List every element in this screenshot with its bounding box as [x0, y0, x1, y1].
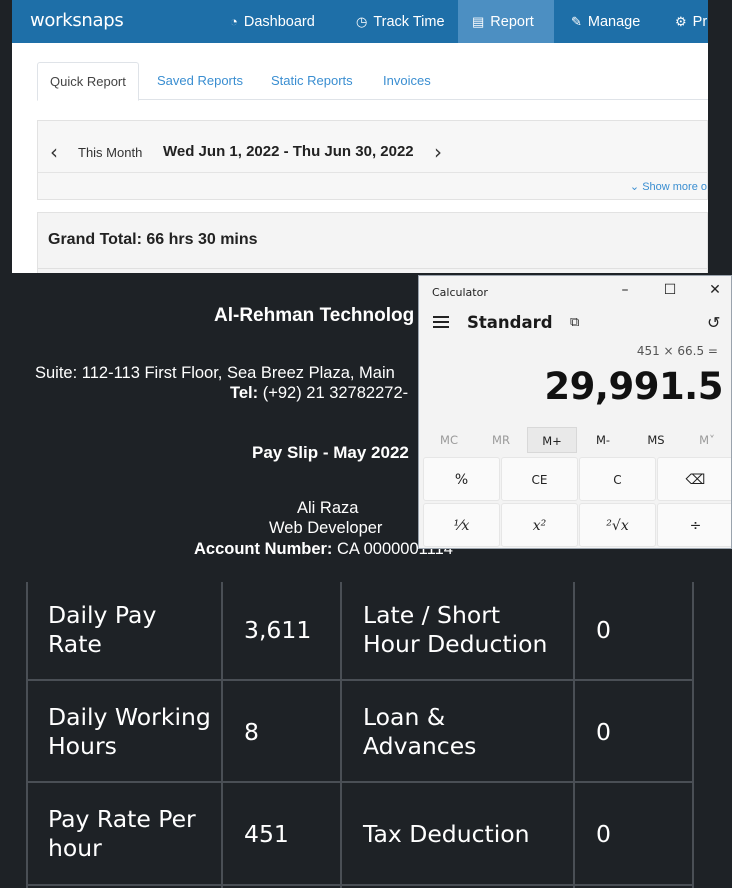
row3-label2: Tax Deduction — [363, 820, 530, 848]
company-telephone: Tel: (+92) 21 32782272- — [230, 384, 408, 403]
divide-button[interactable]: ÷ — [657, 503, 731, 547]
divider — [38, 268, 707, 269]
table-border — [26, 781, 694, 783]
tab-static-reports[interactable]: Static Reports — [259, 62, 365, 100]
calculator-expression: 451 × 66.5 = — [636, 344, 718, 358]
calculator-mode: Standard — [467, 313, 553, 332]
memory-recall-button[interactable]: MR — [476, 433, 526, 447]
employee-name: Ali Raza — [297, 499, 359, 517]
nav-track-time[interactable]: ◷ Track Time — [342, 0, 459, 43]
account-number: Account Number: CA 0000001114 — [194, 540, 453, 559]
row1-label2: Late / Short Hour Deduction — [363, 601, 548, 658]
memory-list-button[interactable]: M˅ — [682, 433, 731, 447]
nav-track-time-label: Track Time — [373, 14, 445, 30]
show-more-label: Show more o — [642, 181, 707, 193]
payslip-title: Pay Slip - May 2022 — [252, 443, 409, 462]
logo-work: work — [30, 10, 73, 31]
table-border — [692, 582, 694, 888]
nav-manage-label: Manage — [587, 14, 641, 30]
memory-subtract-button[interactable]: M- — [578, 433, 628, 447]
row2-value2: 0 — [596, 718, 611, 746]
nav-dashboard-label: Dashboard — [243, 14, 315, 30]
row1-value2: 0 — [596, 616, 611, 644]
nav-profile[interactable]: ⚙ Pr — [661, 0, 708, 43]
wrench-icon: ✎ — [571, 14, 582, 29]
tel-label: Tel: — [230, 384, 259, 402]
memory-add-button[interactable]: M+ — [527, 427, 577, 453]
logo-snaps: snaps — [72, 10, 124, 31]
clock-icon: ◷ — [356, 14, 368, 29]
row2-value1: 8 — [244, 718, 259, 746]
table-border — [573, 582, 575, 888]
tab-saved-reports[interactable]: Saved Reports — [145, 62, 255, 100]
grand-total-text: Grand Total: 66 hrs 30 mins — [48, 231, 258, 248]
row1-label1: Daily Pay Rate — [48, 601, 157, 658]
date-range-text: Wed Jun 1, 2022 - Thu Jun 30, 2022 — [163, 143, 414, 160]
calculator-title: Calculator — [432, 286, 488, 299]
percent-button[interactable]: % — [423, 457, 500, 501]
table-border — [340, 582, 342, 888]
employee-title: Web Developer — [269, 519, 383, 537]
backspace-button[interactable]: ⌫ — [657, 457, 731, 501]
date-range-panel: ‹ This Month Wed Jun 1, 2022 - Thu Jun 3… — [37, 120, 708, 200]
square-button[interactable]: x² — [501, 503, 578, 547]
nav-report[interactable]: ▤ Report — [458, 0, 554, 43]
menu-icon[interactable] — [433, 316, 449, 328]
report-tabs: Quick Report Saved Reports Static Report… — [37, 62, 708, 101]
worksnaps-logo[interactable]: worksnaps — [30, 10, 124, 31]
row3-value2: 0 — [596, 820, 611, 848]
dashboard-icon: ◔ — [230, 14, 238, 29]
row2-label2: Loan & Advances — [363, 703, 477, 760]
reciprocal-button[interactable]: ¹⁄x — [423, 503, 500, 547]
top-navbar: worksnaps ◔ Dashboard ◷ Track Time ▤ Report… — [12, 0, 708, 43]
nav-profile-label: Pr — [692, 14, 708, 30]
worksnaps-window: worksnaps ◔ Dashboard ◷ Track Time ▤ Report… — [12, 0, 708, 273]
period-label[interactable]: This Month — [78, 145, 142, 160]
history-icon[interactable]: ↺ — [707, 313, 720, 332]
grand-total-panel: Grand Total: 66 hrs 30 mins — [37, 212, 708, 273]
row1-value1: 3,611 — [244, 616, 312, 644]
gear-icon: ⚙ — [675, 14, 687, 29]
calculator-window: Calculator – ☐ ✕ Standard ⧉ ↺ 451 × 66.5… — [418, 275, 732, 549]
nav-report-label: Report — [490, 14, 534, 30]
account-label: Account Number: — [194, 540, 333, 558]
nav-manage[interactable]: ✎ Manage — [557, 0, 654, 43]
table-border — [26, 884, 694, 886]
keep-on-top-icon[interactable]: ⧉ — [570, 315, 579, 330]
close-icon[interactable]: ✕ — [705, 282, 725, 298]
date-range-row: ‹ This Month Wed Jun 1, 2022 - Thu Jun 3… — [38, 121, 707, 173]
square-root-button[interactable]: ²√x — [579, 503, 656, 547]
chevron-left-icon[interactable]: ‹ — [50, 142, 58, 162]
company-name: Al-Rehman Technolog — [214, 305, 415, 326]
chevron-down-icon: ⌄ — [629, 181, 643, 193]
bar-chart-icon: ▤ — [472, 14, 485, 29]
company-address: Suite: 112-113 First Floor, Sea Breez Pl… — [35, 364, 395, 382]
table-border — [221, 582, 223, 888]
pay-details-table: Daily Pay Rate 3,611 Late / Short Hour D… — [26, 582, 694, 888]
table-border — [26, 679, 694, 681]
calculator-result: 29,991.5 — [544, 365, 723, 408]
clear-button[interactable]: C — [579, 457, 656, 501]
row3-label1: Pay Rate Per hour — [48, 805, 196, 862]
tel-value: (+92) 21 32782272- — [258, 384, 409, 402]
minimize-icon[interactable]: – — [615, 282, 635, 298]
memory-clear-button[interactable]: MC — [424, 433, 474, 447]
maximize-icon[interactable]: ☐ — [660, 282, 680, 298]
clear-entry-button[interactable]: CE — [501, 457, 578, 501]
tab-invoices[interactable]: Invoices — [371, 62, 443, 100]
nav-dashboard[interactable]: ◔ Dashboard — [216, 0, 329, 43]
row3-value1: 451 — [244, 820, 289, 848]
memory-store-button[interactable]: MS — [631, 433, 681, 447]
chevron-right-icon[interactable]: › — [434, 142, 442, 162]
table-border — [26, 582, 28, 888]
show-more-link[interactable]: ⌄ Show more o — [630, 180, 707, 193]
row2-label1: Daily Working Hours — [48, 703, 211, 760]
tab-quick-report[interactable]: Quick Report — [37, 62, 139, 101]
